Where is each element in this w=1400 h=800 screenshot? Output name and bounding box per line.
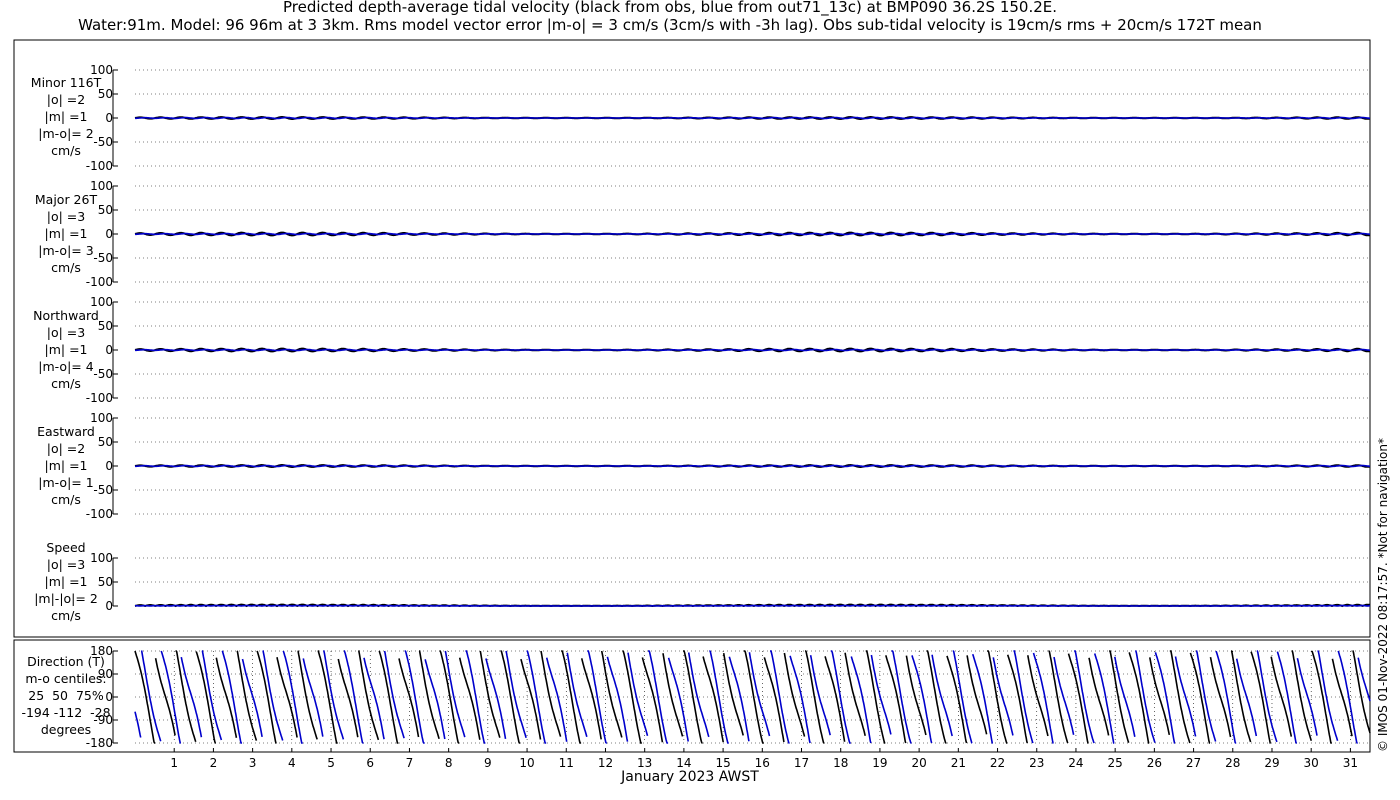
- upper-frame: [13, 39, 1371, 638]
- tidal-velocity-chart: -100-50050100-100-50050100-100-50050100-…: [13, 39, 1371, 770]
- series-line-model: [135, 604, 1370, 607]
- xtick-label: 30: [1304, 756, 1319, 770]
- xtick-label: 14: [676, 756, 691, 770]
- panel-label-eastward: Eastward |o| =2 |m| =1 |m-o|= 1 cm/s: [37, 424, 95, 507]
- xtick-label: 9: [484, 756, 492, 770]
- xtick-label: 4: [288, 756, 296, 770]
- panel-3-ytick-label: -100: [86, 507, 113, 521]
- series-line-model: [1357, 657, 1371, 702]
- xtick-label: 25: [1108, 756, 1123, 770]
- xtick-label: 13: [637, 756, 652, 770]
- series-line-model: [135, 348, 1370, 352]
- panel-label-major: Major 26T |o| =3 |m| =1 |m-o|= 3 cm/s: [34, 192, 98, 275]
- xtick-label: 11: [559, 756, 574, 770]
- series-line-obs: [236, 650, 258, 741]
- panel-label-speed: Speed |o| =3 |m| =1 |m|-|o|= 2 cm/s: [34, 540, 98, 623]
- series-line-model: [134, 711, 142, 738]
- series-line-model: [1154, 652, 1176, 744]
- panel-5-ytick-label: -180: [86, 736, 113, 750]
- xtick-label: 3: [249, 756, 257, 770]
- xtick-label: 22: [990, 756, 1005, 770]
- copyright-notice: © IMOS 01-Nov-2022 08:17:57. *Not for na…: [1376, 438, 1390, 752]
- xtick-label: 20: [911, 756, 926, 770]
- series-line-model: [1032, 652, 1054, 744]
- series-line-model: [135, 464, 1370, 468]
- panel-label-northward: Northward |o| =3 |m| =1 |m-o|= 4 cm/s: [33, 308, 99, 391]
- series-line-model: [135, 232, 1370, 236]
- series-line-obs: [1311, 650, 1332, 744]
- chart-title-line1: Predicted depth-average tidal velocity (…: [282, 0, 1058, 16]
- xtick-label: 12: [598, 756, 613, 770]
- series-line-model: [1093, 653, 1115, 744]
- panel-2-ytick-label: -100: [86, 391, 113, 405]
- x-axis-label: January 2023 AWST: [621, 769, 759, 785]
- xtick-label: 27: [1186, 756, 1201, 770]
- xtick-label: 26: [1147, 756, 1162, 770]
- xtick-label: 24: [1068, 756, 1083, 770]
- xtick-label: 2: [210, 756, 218, 770]
- xtick-label: 8: [445, 756, 453, 770]
- series-line-model: [971, 653, 994, 744]
- series-line-model: [135, 116, 1370, 120]
- xtick-label: 18: [833, 756, 848, 770]
- series-line-obs: [1230, 650, 1252, 743]
- panel-0-ytick-label: -100: [86, 159, 113, 173]
- series-line-obs: [134, 650, 156, 744]
- xtick-label: 21: [951, 756, 966, 770]
- xtick-label: 19: [872, 756, 887, 770]
- xtick-label: 5: [327, 756, 335, 770]
- chart-title-line2: Water:91m. Model: 96 96m at 3 3km. Rms m…: [78, 16, 1262, 34]
- xtick-label: 15: [715, 756, 730, 770]
- panel-label-direction: Direction (T) m-o centiles: 25 50 75% -1…: [21, 654, 111, 737]
- xtick-label: 17: [794, 756, 809, 770]
- xtick-label: 6: [366, 756, 374, 770]
- series-line-obs: [175, 650, 197, 743]
- series-line-obs: [1291, 650, 1313, 742]
- xtick-label: 31: [1343, 756, 1358, 770]
- xtick-label: 7: [406, 756, 414, 770]
- xtick-label: 10: [519, 756, 534, 770]
- panel-label-minor: Minor 116T |o| =2 |m| =1 |m-o|= 2 cm/s: [30, 75, 102, 158]
- xtick-label: 28: [1225, 756, 1240, 770]
- xtick-label: 29: [1264, 756, 1279, 770]
- panel-1-ytick-label: -100: [86, 275, 113, 289]
- xtick-label: 1: [170, 756, 178, 770]
- xtick-label: 16: [755, 756, 770, 770]
- xtick-label: 23: [1029, 756, 1044, 770]
